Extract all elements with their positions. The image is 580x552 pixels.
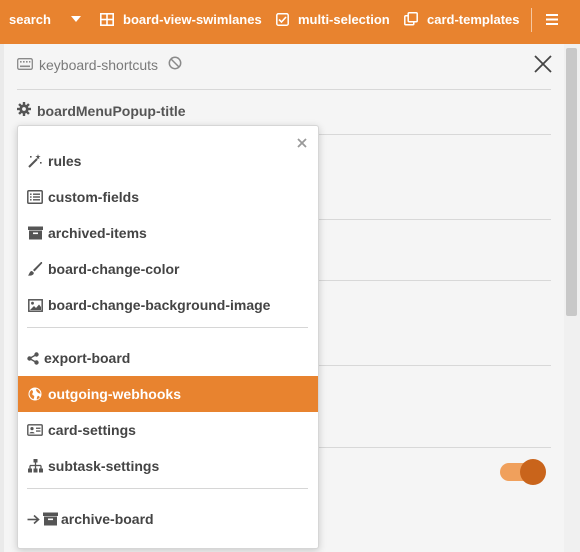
sidebar-divider [317,447,551,448]
list-alt-icon [27,189,43,205]
keyboard-shortcuts-link[interactable]: keyboard-shortcuts [17,56,182,73]
sidebar-divider [317,365,551,366]
menu-item-subtask-settings[interactable]: subtask-settings [18,448,318,484]
sidebar-divider [17,89,551,90]
menu-item-label: outgoing-webhooks [48,386,181,402]
sidebar-toggle-switch[interactable] [500,458,546,486]
scrollbar-thumb[interactable] [566,48,577,316]
keyboard-shortcuts-label: keyboard-shortcuts [39,56,159,73]
menu-item-archive-board[interactable]: archive-board [18,501,318,537]
menu-item-label: subtask-settings [48,458,160,474]
archive-icon [27,225,43,241]
sidebar-left-edge [0,44,4,552]
swimlanes-label: board-view-swimlanes [123,11,262,27]
search-label: search [9,11,51,27]
sidebar-divider [317,219,551,220]
menu-item-label: archived-items [48,225,147,241]
card-templates-button[interactable]: card-templates [404,0,519,38]
share-alt-icon [27,350,39,366]
sitemap-icon [27,458,43,474]
swimlanes-view-button[interactable]: board-view-swimlanes [100,0,262,38]
multi-selection-button[interactable]: multi-selection [276,0,390,38]
gear-icon [17,102,31,119]
toggle-knob [520,459,546,485]
menu-item-board-change-color[interactable]: board-change-color [18,251,318,287]
sidebar-divider [317,134,551,135]
card-templates-label: card-templates [427,11,520,27]
menu-divider [27,327,308,328]
caret-down-icon[interactable] [70,0,82,38]
clone-icon [404,12,418,26]
arrow-right-icon [27,511,40,527]
menu-item-archived-items[interactable]: archived-items [18,215,318,251]
topbar-divider [531,8,532,32]
menu-item-label: custom-fields [48,189,140,205]
hamburger-menu-icon[interactable] [546,0,558,38]
sidebar-divider [317,280,551,281]
menu-item-export-board[interactable]: export-board [18,340,318,376]
menu-item-label: board-change-color [48,261,180,277]
menu-item-custom-fields[interactable]: custom-fields [18,179,318,215]
id-card-icon [27,422,43,438]
paint-brush-icon [27,261,43,277]
top-header-bar: search board-view-swimlanes multi-select… [0,0,580,44]
board-menu-title-label: boardMenuPopup-title [37,102,186,119]
archive-icon [42,511,58,527]
search-button[interactable]: search [9,0,51,38]
keyboard-icon [17,57,33,73]
board-menu-title[interactable]: boardMenuPopup-title [17,102,186,119]
menu-item-label: export-board [44,350,131,366]
magic-wand-icon [27,153,43,169]
menu-item-label: rules [48,153,82,169]
menu-item-rules[interactable]: rules [18,143,318,179]
menu-item-card-settings[interactable]: card-settings [18,412,318,448]
globe-icon [27,386,43,402]
check-square-icon [276,12,289,26]
menu-divider [27,488,308,489]
menu-item-outgoing-webhooks[interactable]: outgoing-webhooks [18,376,318,412]
multi-selection-label: multi-selection [298,11,390,27]
close-sidebar-icon[interactable] [531,52,555,76]
menu-item-label: board-change-background-image [48,297,271,313]
board-menu-popup: rules custom-fields archived-items board… [17,125,319,549]
image-icon [27,297,43,313]
menu-item-board-change-background-image[interactable]: board-change-background-image [18,287,318,323]
menu-item-label: archive-board [61,511,154,527]
ban-icon [168,56,182,73]
table-icon [100,12,114,26]
menu-item-label: card-settings [48,422,136,438]
